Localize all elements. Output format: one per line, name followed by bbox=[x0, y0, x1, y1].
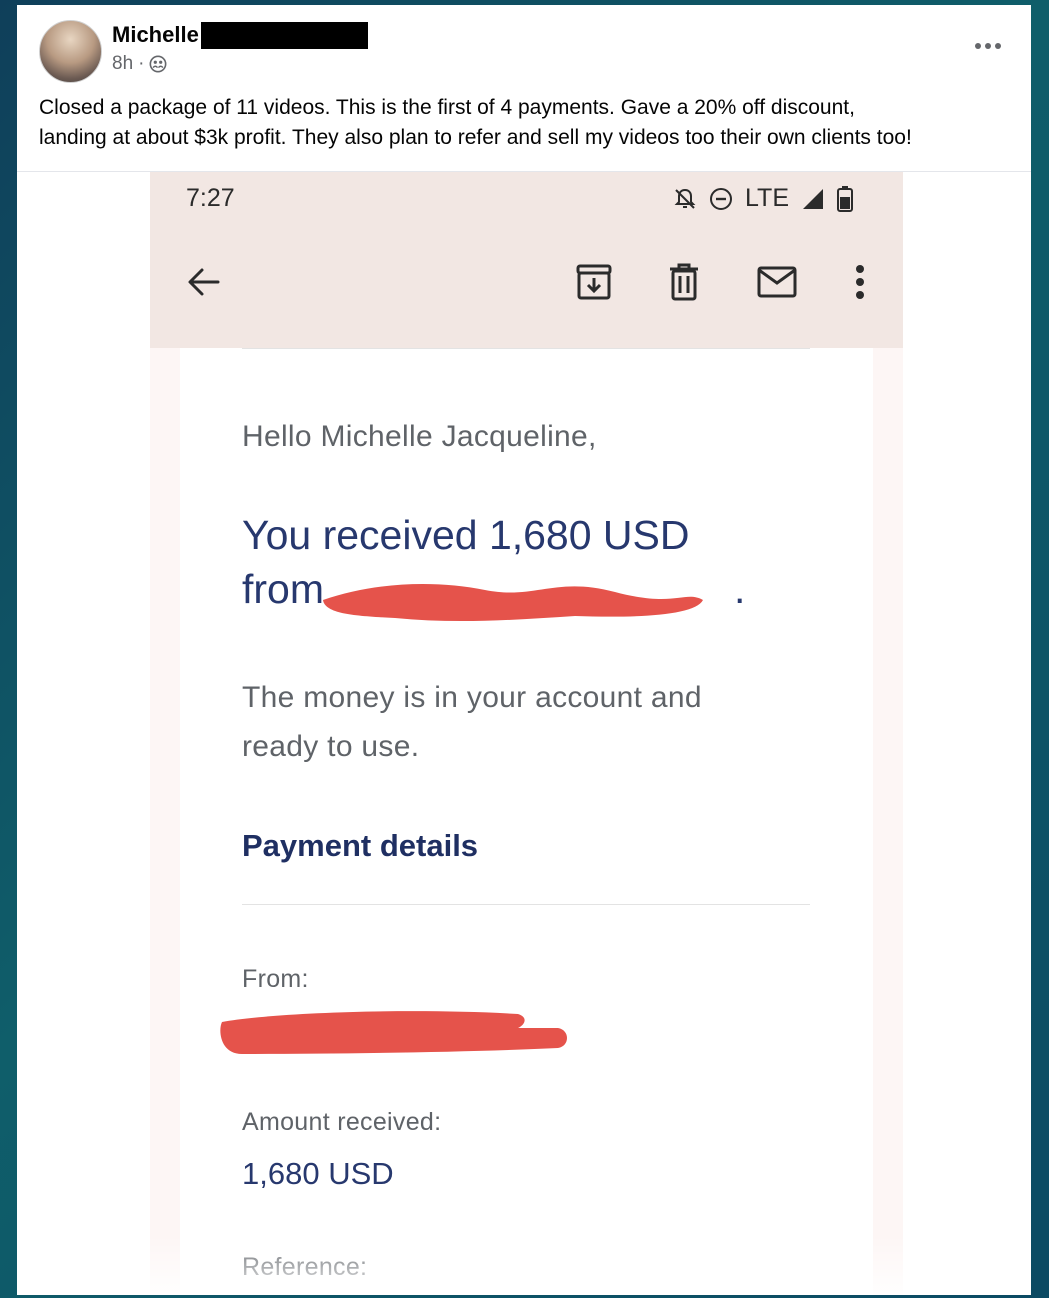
email-body-text: The money is in your account and ready t… bbox=[242, 673, 822, 771]
email-body: Hello Michelle Jacqueline, You received … bbox=[180, 348, 873, 1295]
more-vertical-icon[interactable] bbox=[838, 260, 882, 304]
mark-unread-icon[interactable] bbox=[755, 260, 799, 304]
email-greeting: Hello Michelle Jacqueline, bbox=[242, 420, 597, 453]
facebook-post-card: Michelle 8h · Closed a package of 11 vid… bbox=[17, 5, 1031, 1295]
headline-from: from bbox=[242, 566, 324, 612]
headline-period: . bbox=[734, 566, 746, 612]
signal-icon bbox=[803, 188, 823, 209]
post-header: Michelle 8h · Closed a package of 11 vid… bbox=[17, 5, 1031, 175]
top-divider bbox=[242, 348, 810, 349]
post-text-line: Closed a package of 11 videos. This is t… bbox=[39, 96, 855, 119]
status-icons: LTE bbox=[673, 184, 853, 213]
meta-separator: · bbox=[138, 53, 145, 74]
status-bar: 7:27 LTE bbox=[150, 172, 903, 230]
name-redaction-bar bbox=[200, 21, 368, 49]
headline-line: You received 1,680 USD bbox=[242, 512, 690, 558]
author-name[interactable]: Michelle bbox=[112, 22, 199, 48]
author-row: Michelle bbox=[112, 21, 368, 49]
post-timestamp[interactable]: 8h bbox=[112, 53, 133, 75]
delete-icon[interactable] bbox=[662, 260, 706, 304]
amount-value: 1,680 USD bbox=[242, 1156, 394, 1191]
author-avatar[interactable] bbox=[39, 20, 102, 83]
from-redaction-scribble bbox=[220, 1011, 567, 1054]
friends-icon[interactable] bbox=[149, 55, 167, 73]
arrow-left-icon[interactable] bbox=[182, 260, 226, 304]
sender-redaction-scribble bbox=[323, 584, 703, 622]
phone-screenshot: 7:27 LTE Hello Michelle Jacqueline, You … bbox=[150, 172, 903, 1295]
from-label: From: bbox=[242, 965, 309, 993]
amount-label: Amount received: bbox=[242, 1108, 442, 1136]
body-line: The money is in your account and bbox=[242, 681, 702, 714]
post-text: Closed a package of 11 videos. This is t… bbox=[39, 93, 1024, 153]
archive-icon[interactable] bbox=[572, 260, 616, 304]
section-divider bbox=[242, 904, 810, 905]
status-time: 7:27 bbox=[186, 184, 235, 212]
body-line: ready to use. bbox=[242, 730, 420, 763]
post-text-line: landing at about $3k profit. They also p… bbox=[39, 126, 912, 149]
payment-details-heading: Payment details bbox=[242, 828, 479, 863]
notifications-off-icon bbox=[674, 188, 696, 209]
battery-icon bbox=[837, 185, 853, 212]
network-type: LTE bbox=[745, 184, 789, 212]
reference-label: Reference: bbox=[242, 1253, 368, 1281]
do-not-disturb-icon bbox=[710, 187, 732, 210]
more-horizontal-icon[interactable] bbox=[973, 35, 1003, 57]
post-meta: 8h · bbox=[112, 53, 167, 75]
email-app-bar bbox=[150, 230, 903, 348]
